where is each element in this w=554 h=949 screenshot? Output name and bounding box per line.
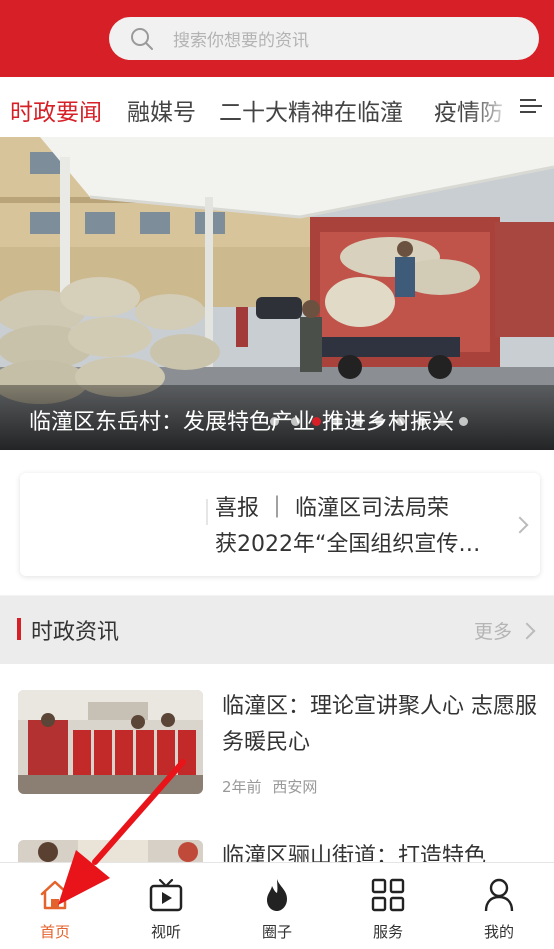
nav-profile[interactable]: 我的 <box>444 863 554 949</box>
tab-media[interactable]: 融媒号 <box>127 93 196 127</box>
more-link[interactable]: 更多 <box>474 617 512 644</box>
news-thumbnail <box>18 840 203 862</box>
video-icon <box>149 878 183 912</box>
nav-video-label: 视听 <box>150 923 181 941</box>
banner-dot[interactable] <box>438 417 447 426</box>
tab-twentieth-congress[interactable]: 二十大精神在临潼 <box>219 93 403 127</box>
home-icon <box>40 880 70 910</box>
notice-text: 喜报 ｜ 临潼区司法局荣 获2022年“全国组织宣传… <box>215 491 510 563</box>
news-source: 西安网 <box>272 778 318 796</box>
search-placeholder: 搜索你想要的资讯 <box>173 31 309 51</box>
user-icon <box>484 878 514 912</box>
notice-divider <box>206 499 208 525</box>
section-title: 时政资讯 <box>31 620 120 645</box>
banner-dot[interactable] <box>375 417 384 426</box>
section-accent-bar <box>17 618 21 640</box>
chevron-right-icon <box>511 516 529 534</box>
banner-dot[interactable] <box>396 417 405 426</box>
banner-dot[interactable] <box>354 417 363 426</box>
news-meta: 2年前 西安网 <box>222 776 317 797</box>
news-title: 临潼区骊山街道：打造特色 <box>222 844 487 862</box>
nav-circle-label: 圈子 <box>261 923 292 941</box>
news-list: 临潼区：理论宣讲聚人心 志愿服务暖民心 2年前 西安网 临潼区骊山街道：打造特色 <box>0 664 554 862</box>
search-icon <box>131 27 153 50</box>
banner-dot[interactable] <box>417 417 426 426</box>
nav-video[interactable]: 视听 <box>111 863 221 949</box>
nav-circle[interactable]: 圈子 <box>222 863 332 949</box>
banner-dot[interactable] <box>270 417 279 426</box>
app-header: 搜索你想要的资讯 <box>0 0 554 77</box>
flame-icon <box>267 879 287 911</box>
notice-line-2: 获2022年“全国组织宣传… <box>215 532 481 557</box>
news-thumbnail <box>18 690 203 794</box>
news-item[interactable]: 临潼区骊山街道：打造特色 <box>0 814 554 862</box>
nav-service[interactable]: 服务 <box>333 863 443 949</box>
news-title: 临潼区：理论宣讲聚人心 志愿服务暖民心 <box>222 694 537 755</box>
banner-dot[interactable] <box>333 417 342 426</box>
bottom-nav: 首页 视听 圈子 服务 我的 <box>0 862 554 949</box>
banner-dot-active[interactable] <box>312 417 321 426</box>
notice-line-1: 喜报 ｜ 临潼区司法局荣 <box>215 496 449 521</box>
tab-fade <box>470 77 524 137</box>
news-time: 2年前 <box>222 778 262 796</box>
grid-icon <box>371 878 405 912</box>
notice-card[interactable]: 喜报 ｜ 临潼区司法局荣 获2022年“全国组织宣传… <box>20 473 540 576</box>
nav-profile-label: 我的 <box>483 923 514 941</box>
news-item[interactable]: 临潼区：理论宣讲聚人心 志愿服务暖民心 2年前 西安网 <box>0 664 554 814</box>
nav-home[interactable]: 首页 <box>0 863 110 949</box>
more-chevron-icon[interactable] <box>518 622 536 640</box>
search-bar[interactable]: 搜索你想要的资讯 <box>109 17 539 60</box>
nav-home-label: 首页 <box>39 923 70 941</box>
channel-menu-icon[interactable] <box>520 97 542 115</box>
banner-dot[interactable] <box>459 417 468 426</box>
tab-politics[interactable]: 时政要闻 <box>10 93 102 127</box>
nav-service-label: 服务 <box>372 923 403 941</box>
banner-dot[interactable] <box>291 417 300 426</box>
section-header: 时政资讯 更多 <box>0 596 554 664</box>
banner-pagination <box>270 417 468 426</box>
